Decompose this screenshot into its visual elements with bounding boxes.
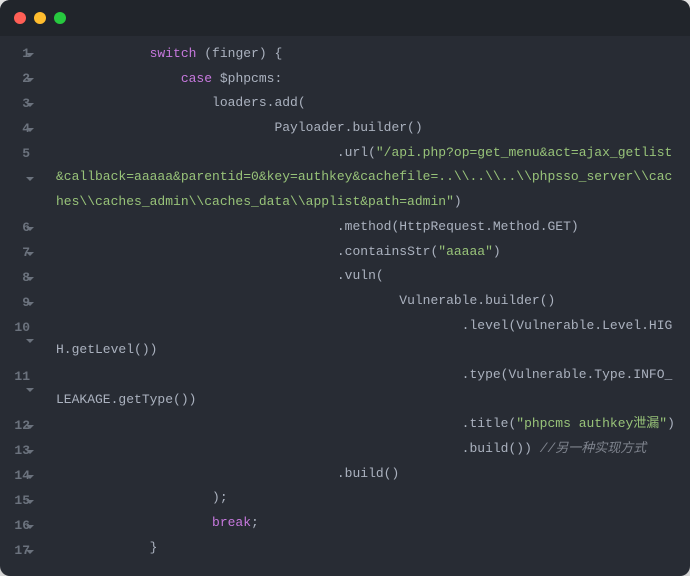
line-number: 13 (0, 439, 38, 464)
token: .level(Vulnerable.Level.HIGH.getLevel()) (56, 318, 672, 358)
token: loaders.add( (212, 95, 306, 110)
token: Vulnerable.builder() (399, 293, 555, 308)
titlebar[interactable] (0, 0, 690, 36)
token: //另一种实现方式 (540, 441, 647, 456)
code-line[interactable]: .level(Vulnerable.Level.HIGH.getLevel()) (56, 314, 680, 363)
code-line[interactable]: } (56, 536, 680, 561)
zoom-icon[interactable] (54, 12, 66, 24)
code-line[interactable]: .build()) //另一种实现方式 (56, 437, 680, 462)
token: ) (454, 194, 462, 209)
line-number: 14 (0, 464, 38, 489)
editor-area[interactable]: 1234567891011121314151617 switch (finger… (0, 36, 690, 576)
line-number: 2 (0, 67, 38, 92)
token: switch (150, 46, 197, 61)
close-icon[interactable] (14, 12, 26, 24)
token: ; (251, 515, 259, 530)
token: } (150, 540, 158, 555)
token: break (212, 515, 251, 530)
code-line[interactable]: .method(HttpRequest.Method.GET) (56, 215, 680, 240)
line-number: 16 (0, 514, 38, 539)
token: (finger) { (196, 46, 282, 61)
code-line[interactable]: Vulnerable.builder() (56, 289, 680, 314)
line-number: 9 (0, 291, 38, 316)
token: .type(Vulnerable.Type.INFO_LEAKAGE.getTy… (56, 367, 672, 407)
code-content[interactable]: switch (finger) { case $phpcms: loaders.… (42, 42, 690, 564)
line-number: 8 (0, 266, 38, 291)
code-line[interactable]: break; (56, 511, 680, 536)
code-line[interactable]: Payloader.builder() (56, 116, 680, 141)
token: ) (667, 416, 675, 431)
line-number: 10 (0, 316, 38, 365)
code-line[interactable]: .type(Vulnerable.Type.INFO_LEAKAGE.getTy… (56, 363, 680, 412)
token: "aaaaa" (438, 244, 493, 259)
token: ); (212, 490, 228, 505)
token: .title( (462, 416, 517, 431)
token: .containsStr( (337, 244, 438, 259)
line-number: 3 (0, 92, 38, 117)
line-number: 6 (0, 216, 38, 241)
line-number: 7 (0, 241, 38, 266)
token: .build()) (462, 441, 540, 456)
code-editor-window: 1234567891011121314151617 switch (finger… (0, 0, 690, 576)
code-line[interactable]: loaders.add( (56, 91, 680, 116)
token: .build() (337, 466, 399, 481)
line-number: 12 (0, 414, 38, 439)
token: $phpcms: (212, 71, 282, 86)
token: .method(HttpRequest.Method.GET) (337, 219, 579, 234)
code-line[interactable]: .build() (56, 462, 680, 487)
token: .vuln( (337, 268, 384, 283)
line-number: 11 (0, 365, 38, 414)
code-line[interactable]: .url("/api.php?op=get_menu&act=ajax_getl… (56, 141, 680, 215)
code-line[interactable]: case $phpcms: (56, 67, 680, 92)
code-line[interactable]: .title("phpcms authkey泄漏") (56, 412, 680, 437)
token: .url( (337, 145, 376, 160)
code-line[interactable]: .vuln( (56, 264, 680, 289)
minimize-icon[interactable] (34, 12, 46, 24)
token: ) (493, 244, 501, 259)
line-number: 1 (0, 42, 38, 67)
token: Payloader.builder() (274, 120, 422, 135)
line-number-gutter: 1234567891011121314151617 (0, 42, 42, 564)
code-line[interactable]: ); (56, 486, 680, 511)
code-line[interactable]: .containsStr("aaaaa") (56, 240, 680, 265)
token: "phpcms authkey泄漏" (516, 416, 667, 431)
line-number: 4 (0, 117, 38, 142)
line-number: 5 (0, 142, 38, 216)
line-number: 15 (0, 489, 38, 514)
token: case (181, 71, 212, 86)
line-number: 17 (0, 539, 38, 564)
code-line[interactable]: switch (finger) { (56, 42, 680, 67)
